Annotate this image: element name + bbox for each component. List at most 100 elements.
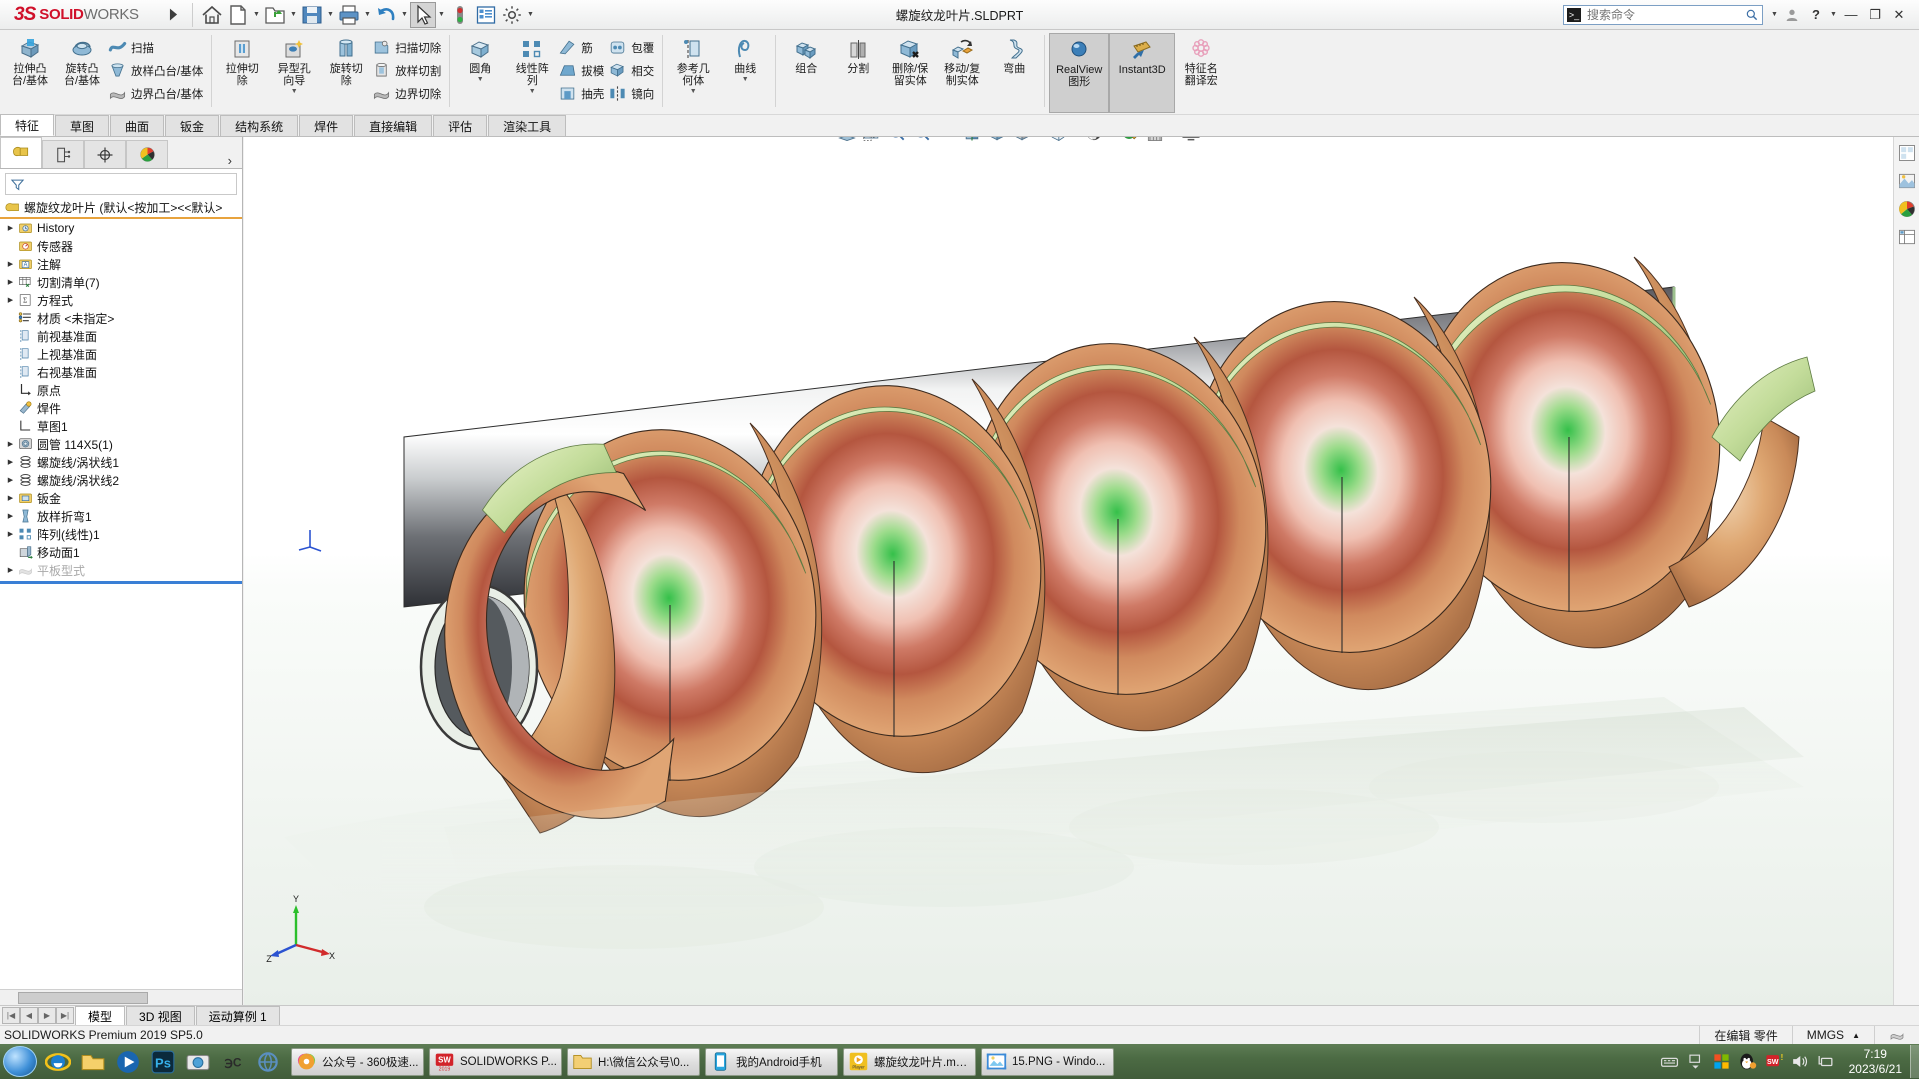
tree-item-sketch1[interactable]: 草图1 xyxy=(0,417,242,435)
draft-button[interactable]: 拔模 xyxy=(558,59,608,82)
graphics-viewport[interactable]: ▼ ▼ ▼ ▼ ▼ ◀ ▶ — ❐ ✕ xyxy=(244,137,1919,1005)
tree-item-equations[interactable]: ▶ Σ 方程式 xyxy=(0,291,242,309)
tree-item-flat-pattern[interactable]: ▶ 平板型式 xyxy=(0,561,242,579)
edit-appearance-icon[interactable] xyxy=(1081,137,1106,145)
prev-tab-button[interactable]: ◀ xyxy=(20,1007,38,1024)
units-selector[interactable]: MMGS ▲ xyxy=(1791,1025,1874,1045)
tree-item-helix1[interactable]: ▶ 螺旋线/涡状线1 xyxy=(0,453,242,471)
tab-nav-arrows[interactable]: |◀ ◀ ▶ ▶| xyxy=(2,1007,74,1024)
expand-arrow-icon[interactable]: ▶ xyxy=(4,440,17,448)
reference-geometry-button[interactable]: 参考几 何体 ▼ xyxy=(667,33,719,95)
save-icon[interactable] xyxy=(299,2,325,28)
sweep-button[interactable]: 扫描 xyxy=(108,36,207,59)
tree-item-lofted-bend[interactable]: ▶ 放样折弯1 xyxy=(0,507,242,525)
restore-button[interactable]: ❐ xyxy=(1863,4,1887,26)
new-document-icon[interactable] xyxy=(225,2,251,28)
tree-item-helix2[interactable]: ▶ 螺旋线/涡状线2 xyxy=(0,471,242,489)
revolve-cut-button[interactable]: 旋转切除 xyxy=(320,33,372,87)
taskbar-item-browser[interactable]: 公众号 - 360极速... xyxy=(291,1047,424,1076)
tree-item-structural-member[interactable]: ▶ 圆管 114X5(1) xyxy=(0,435,242,453)
chevron-down-icon[interactable]: ▼ xyxy=(251,11,262,18)
tab-weldments[interactable]: 焊件 xyxy=(299,115,354,136)
tree-item-material[interactable]: 材质 <未指定> xyxy=(0,309,242,327)
bottom-tab-motion-study[interactable]: 运动算例 1 xyxy=(195,1006,280,1025)
chevron-down-icon[interactable]: ▼ xyxy=(1769,11,1780,18)
tree-item-move-face[interactable]: 移动面1 xyxy=(0,543,242,561)
hide-show-items-icon[interactable] xyxy=(1045,137,1070,145)
options-gear-icon[interactable] xyxy=(499,2,525,28)
tab-sketch[interactable]: 草图 xyxy=(55,115,110,136)
taskbar-item-solidworks[interactable]: SW 2019 SOLIDWORKS P... xyxy=(429,1047,562,1076)
expand-arrow-icon[interactable]: ▶ xyxy=(4,494,17,502)
chevron-down-icon[interactable]: ▼ xyxy=(362,11,373,18)
feature-tree-root[interactable]: 螺旋纹龙叶片 (默认<按加工><<默认> xyxy=(0,199,242,219)
select-cursor-icon[interactable] xyxy=(410,1,436,28)
chevron-down-icon[interactable]: ▼ xyxy=(525,11,536,18)
boundary-boss-button[interactable]: 边界凸台/基体 xyxy=(108,82,207,105)
chevron-down-icon[interactable]: ▼ xyxy=(399,11,410,18)
feature-tree-filter[interactable] xyxy=(5,173,237,195)
rebuild-icon[interactable] xyxy=(447,2,473,28)
tab-sheetmetal[interactable]: 钣金 xyxy=(165,115,220,136)
home-icon[interactable] xyxy=(199,2,225,28)
feature-tree-hscrollbar[interactable] xyxy=(0,989,242,1005)
explorer-icon[interactable] xyxy=(80,1049,106,1075)
antivirus-icon[interactable]: SW! xyxy=(1764,1052,1783,1071)
configuration-manager-tab[interactable] xyxy=(84,140,126,168)
boundary-cut-button[interactable]: 边界切除 xyxy=(372,82,445,105)
flex-button[interactable]: 弯曲 xyxy=(988,33,1040,75)
tree-item-history[interactable]: ▶ History xyxy=(0,219,242,237)
tree-item-weldment[interactable]: 焊件 xyxy=(0,399,242,417)
network-icon[interactable] xyxy=(1816,1052,1835,1071)
display-manager-tab[interactable] xyxy=(126,140,168,168)
chevron-down-icon[interactable]: ▼ xyxy=(288,11,299,18)
bottom-tab-model[interactable]: 模型 xyxy=(75,1006,126,1025)
chevron-down-icon[interactable]: ▼ xyxy=(291,88,298,95)
loft-boss-button[interactable]: 放样凸台/基体 xyxy=(108,59,207,82)
show-desktop-button[interactable] xyxy=(1910,1045,1919,1078)
split-button[interactable]: 分割 xyxy=(832,33,884,75)
feature-tree-tab[interactable] xyxy=(0,137,42,168)
volume-icon[interactable] xyxy=(1790,1052,1809,1071)
mirror-button[interactable]: 镜向 xyxy=(608,82,658,105)
apply-scene-icon[interactable] xyxy=(1142,137,1167,145)
hole-wizard-button[interactable]: 异型孔 向导 ▼ xyxy=(268,33,320,95)
start-button[interactable] xyxy=(3,1046,37,1077)
shell-button[interactable]: 抽壳 xyxy=(558,82,608,105)
apply-appearance-icon[interactable] xyxy=(1117,137,1142,145)
solidworks-qicon[interactable]: ℈C xyxy=(220,1049,246,1075)
appearances-icon[interactable] xyxy=(1897,171,1917,191)
search-icon[interactable] xyxy=(1745,8,1759,22)
last-tab-button[interactable]: ▶| xyxy=(56,1007,74,1024)
tab-evaluate[interactable]: 评估 xyxy=(433,115,488,136)
tree-item-origin[interactable]: 原点 xyxy=(0,381,242,399)
tree-item-annotations[interactable]: ▶ A 注解 xyxy=(0,255,242,273)
taskbar-item-android-phone[interactable]: 我的Android手机 xyxy=(705,1047,838,1076)
tree-item-top-plane[interactable]: 上视基准面 xyxy=(0,345,242,363)
scrollbar-thumb[interactable] xyxy=(18,991,148,1004)
close-button[interactable]: ✕ xyxy=(1887,4,1911,26)
zoom-to-area-icon[interactable] xyxy=(859,137,884,145)
property-manager-tab[interactable] xyxy=(42,140,84,168)
tab-direct-editing[interactable]: 直接编辑 xyxy=(354,115,433,136)
open-folder-icon[interactable] xyxy=(262,2,288,28)
media-player-icon[interactable] xyxy=(115,1049,141,1075)
bottom-tab-3dviews[interactable]: 3D 视图 xyxy=(126,1006,195,1025)
linear-pattern-button[interactable]: 线性阵列 ▼ xyxy=(506,33,558,95)
zoom-to-fit-icon[interactable] xyxy=(834,137,859,145)
extrude-cut-button[interactable]: 拉伸切除 xyxy=(216,33,268,87)
tab-surfaces[interactable]: 曲面 xyxy=(110,115,165,136)
feature-name-macro-button[interactable]: 特征名 翻译宏 xyxy=(1175,33,1227,87)
ie-icon[interactable] xyxy=(45,1049,71,1075)
tray-expand-icon[interactable] xyxy=(1686,1052,1705,1071)
instant3d-button[interactable]: Instant3D xyxy=(1109,33,1176,113)
move-copy-body-button[interactable]: 移动/复 制实体 xyxy=(936,33,988,87)
wrap-button[interactable]: 包覆 xyxy=(608,36,658,59)
expand-arrow-icon[interactable]: ▶ xyxy=(4,458,17,466)
expand-arrow-icon[interactable]: ▶ xyxy=(4,476,17,484)
chevron-down-icon[interactable]: ▼ xyxy=(436,11,447,18)
windows-flag-icon[interactable] xyxy=(1712,1052,1731,1071)
custom-properties-icon[interactable] xyxy=(1897,199,1917,219)
menu-expand-button[interactable] xyxy=(160,2,186,28)
taskbar-clock[interactable]: 7:19 2023/6/21 xyxy=(1841,1047,1910,1077)
